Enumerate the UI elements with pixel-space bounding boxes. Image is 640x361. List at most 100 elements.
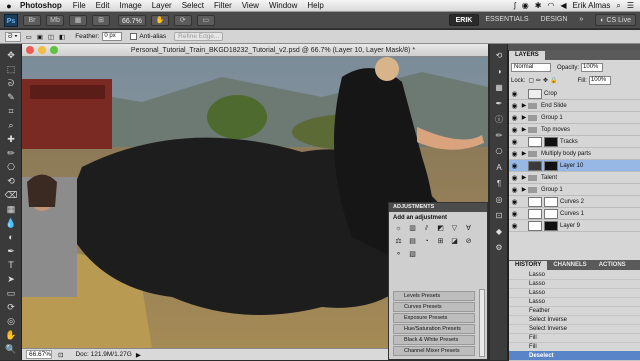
layer-row[interactable]: ◉ ▶ End Slide xyxy=(509,100,640,112)
workspace-design[interactable]: DESIGN xyxy=(535,14,574,26)
3d-orbit-icon[interactable]: ◎ xyxy=(0,314,22,328)
layer-row[interactable]: ◉ ▶ Multiply body parts xyxy=(509,148,640,160)
layer-row[interactable]: ◉ Curves 1 xyxy=(509,208,640,220)
adjustments-tab[interactable]: ADJUSTMENTS xyxy=(389,203,487,212)
layer-row[interactable]: ◉ ▶ Group 1 xyxy=(509,184,640,196)
zoom-level-select[interactable]: 66.7% xyxy=(118,14,146,26)
lock-pixels-icon[interactable]: ✏ xyxy=(536,77,541,84)
preset-black-white[interactable]: Black & White Presets xyxy=(393,335,475,345)
cs-live-button[interactable]: ◐ CS Live xyxy=(595,14,636,26)
status-icon[interactable]: ⊡ xyxy=(58,351,63,359)
menu-edit[interactable]: Edit xyxy=(91,1,115,10)
menu-select[interactable]: Select xyxy=(177,1,209,10)
layer-mask-thumbnail[interactable] xyxy=(544,196,558,207)
user-name[interactable]: Erik Almas xyxy=(573,1,611,10)
rotate-view-button[interactable]: ⟳ xyxy=(173,14,192,26)
history-panel-icon[interactable]: ⟲ xyxy=(493,50,505,61)
levels-icon[interactable]: ▥ xyxy=(407,224,418,234)
visibility-eye-icon[interactable]: ◉ xyxy=(509,222,520,230)
presets-scrollbar[interactable] xyxy=(479,289,485,357)
workspace-essentials[interactable]: ESSENTIALS xyxy=(479,14,534,26)
clone-source-icon[interactable]: ⎔ xyxy=(493,146,505,157)
expand-triangle-icon[interactable]: ▶ xyxy=(520,102,528,109)
blur-icon[interactable]: 💧 xyxy=(0,216,22,230)
paths-panel-icon[interactable]: ✒ xyxy=(493,98,505,109)
preset-curves[interactable]: Curves Presets xyxy=(393,302,475,312)
healing-icon[interactable]: ✚ xyxy=(0,132,22,146)
layer-row[interactable]: ◉ ▶ Group 1 xyxy=(509,112,640,124)
camera-icon[interactable]: ◉ xyxy=(522,1,529,10)
history-brush-icon[interactable]: ⟲ xyxy=(0,174,22,188)
brightness-contrast-icon[interactable]: ☼ xyxy=(393,224,404,234)
menu-help[interactable]: Help xyxy=(302,1,328,10)
paragraph-panel-icon[interactable]: ¶ xyxy=(493,178,505,189)
list-icon[interactable]: ☰ xyxy=(627,1,634,10)
visibility-eye-icon[interactable]: ◉ xyxy=(509,198,520,206)
bluetooth-icon[interactable]: ✱ xyxy=(535,1,542,10)
gradient-map-icon[interactable]: ▧ xyxy=(407,250,418,260)
vibrance-icon[interactable]: ▽ xyxy=(449,224,460,234)
zoom-icon[interactable]: 🔍 xyxy=(0,342,22,356)
swatches-panel-icon[interactable]: ▦ xyxy=(493,82,505,93)
curves-icon[interactable]: ⫽ xyxy=(421,224,432,234)
visibility-eye-icon[interactable]: ◉ xyxy=(509,126,520,134)
visibility-eye-icon[interactable]: ◉ xyxy=(509,102,520,110)
visibility-eye-icon[interactable]: ◉ xyxy=(509,186,520,194)
stamp-icon[interactable]: ⎔ xyxy=(0,160,22,174)
expand-triangle-icon[interactable]: ▶ xyxy=(520,114,528,121)
dodge-icon[interactable]: ◐ xyxy=(0,230,22,244)
menu-view[interactable]: View xyxy=(237,1,264,10)
add-selection-icon[interactable]: ▣ xyxy=(37,33,43,41)
shape-icon[interactable]: ▭ xyxy=(0,286,22,300)
volume-icon[interactable]: ◀ xyxy=(560,1,566,10)
layer-row[interactable]: ◉ ▶ Top moves xyxy=(509,124,640,136)
visibility-eye-icon[interactable]: ◉ xyxy=(509,174,520,182)
hand-icon[interactable]: ✋ xyxy=(0,328,22,342)
menu-window[interactable]: Window xyxy=(264,1,302,10)
preset-channel-mixer[interactable]: Channel Mixer Presets xyxy=(393,346,475,356)
subtract-selection-icon[interactable]: ◫ xyxy=(48,33,54,41)
move-icon[interactable]: ✥ xyxy=(0,48,22,62)
styles-panel-icon[interactable]: ◆ xyxy=(493,226,505,237)
lasso-icon[interactable]: ᘐ xyxy=(0,76,22,90)
invert-icon[interactable]: ◪ xyxy=(449,237,460,247)
menu-file[interactable]: File xyxy=(68,1,91,10)
screen-mode-button[interactable]: ▭ xyxy=(196,14,215,26)
3d-rotate-icon[interactable]: ⟳ xyxy=(0,300,22,314)
tab-layers[interactable]: LAYERS xyxy=(509,51,545,60)
apple-menu-icon[interactable]: ● xyxy=(0,1,18,11)
zoom-field[interactable]: 66.67% xyxy=(26,350,52,359)
preset-exposure[interactable]: Exposure Presets xyxy=(393,313,475,323)
tab-history[interactable]: HISTORY xyxy=(509,261,548,270)
tool-preset-picker[interactable]: ᘐ ▾ xyxy=(5,31,21,42)
script-icon[interactable]: ʃ xyxy=(514,1,516,10)
app-name-menu[interactable]: Photoshop xyxy=(18,1,68,10)
lock-all-icon[interactable]: 🔒 xyxy=(550,77,557,84)
expand-triangle-icon[interactable]: ▶ xyxy=(520,186,528,193)
visibility-eye-icon[interactable]: ◉ xyxy=(509,90,520,98)
mini-bridge-button[interactable]: Mb xyxy=(46,14,64,26)
zoom-window-icon[interactable] xyxy=(50,46,58,54)
refine-edge-button[interactable]: Refine Edge... xyxy=(174,32,224,41)
pen-icon[interactable]: ✒ xyxy=(0,244,22,258)
threshold-icon[interactable]: ⚬ xyxy=(393,250,404,260)
crop-icon[interactable]: ⌗ xyxy=(0,104,22,118)
close-window-icon[interactable] xyxy=(26,46,34,54)
info-panel-icon[interactable]: ⓘ xyxy=(493,114,505,125)
visibility-eye-icon[interactable]: ◉ xyxy=(509,162,520,170)
posterize-icon[interactable]: ⊘ xyxy=(463,237,474,247)
brush-icon[interactable]: ✏ xyxy=(0,146,22,160)
color-balance-icon[interactable]: ⚖ xyxy=(393,237,404,247)
hand-tool-button[interactable]: ✋ xyxy=(150,14,169,26)
eyedropper-icon[interactable]: ⌕ xyxy=(0,118,22,132)
antialias-checkbox[interactable] xyxy=(130,33,138,40)
exposure-icon[interactable]: ◩ xyxy=(435,224,446,234)
hue-saturation-icon[interactable]: ∀ xyxy=(463,224,474,234)
new-selection-icon[interactable]: ▭ xyxy=(26,33,32,41)
visibility-eye-icon[interactable]: ◉ xyxy=(509,150,520,158)
eraser-icon[interactable]: ⌫ xyxy=(0,188,22,202)
menu-filter[interactable]: Filter xyxy=(209,1,237,10)
status-menu-icon[interactable]: ▶ xyxy=(136,351,141,359)
layer-row[interactable]: ◉ Curves 2 xyxy=(509,196,640,208)
black-white-icon[interactable]: ▤ xyxy=(407,237,418,247)
